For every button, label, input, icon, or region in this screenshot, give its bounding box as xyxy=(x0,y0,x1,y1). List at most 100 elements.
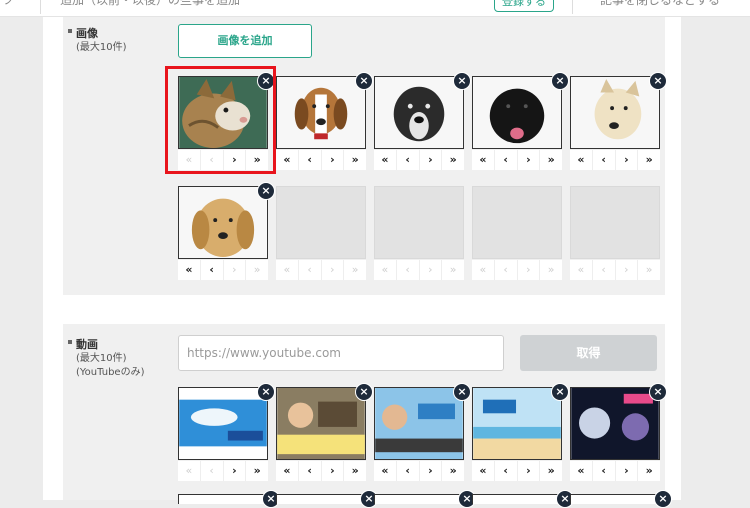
remove-video-icon[interactable]: × xyxy=(649,383,667,401)
remove-image-icon[interactable]: × xyxy=(355,72,373,90)
remove-video-icon[interactable]: × xyxy=(551,383,569,401)
move-prev-icon[interactable]: ‹ xyxy=(495,150,518,170)
remove-video-icon[interactable]: × xyxy=(453,383,471,401)
move-first-icon[interactable]: « xyxy=(374,461,397,481)
move-last-icon[interactable]: » xyxy=(246,461,268,481)
golden-retriever-photo xyxy=(179,187,267,258)
move-prev-icon[interactable]: ‹ xyxy=(495,461,518,481)
header-divider xyxy=(572,0,573,14)
remove-video-icon[interactable]: × xyxy=(355,383,373,401)
remove-image-icon[interactable]: × xyxy=(551,72,569,90)
move-next-icon: › xyxy=(518,260,541,280)
move-first-icon[interactable]: « xyxy=(178,260,201,280)
beach-thumbnail xyxy=(473,388,561,459)
image-order-controls: « ‹ › » xyxy=(374,260,464,280)
video-thumbnail[interactable] xyxy=(374,494,464,504)
move-prev-icon[interactable]: ‹ xyxy=(593,150,616,170)
sky-thumbnail xyxy=(179,388,267,459)
video-order-controls: « ‹ › » xyxy=(178,461,268,481)
edit-page: 画像 (最大10件) 画像を追加 × « ‹ › » × « ‹ › » × «… xyxy=(43,17,681,508)
video-thumbnail[interactable] xyxy=(276,494,366,504)
move-prev-icon[interactable]: ‹ xyxy=(397,461,420,481)
move-prev-icon[interactable]: ‹ xyxy=(593,461,616,481)
remove-image-icon[interactable]: × xyxy=(257,182,275,200)
move-first-icon[interactable]: « xyxy=(472,461,495,481)
move-first-icon[interactable]: « xyxy=(276,461,299,481)
move-last-icon[interactable]: » xyxy=(344,461,366,481)
video-thumbnail[interactable] xyxy=(276,387,366,460)
header-left-text: ツ xyxy=(2,0,15,7)
image-tile-5: × « ‹ › » xyxy=(570,72,667,185)
header-register-button[interactable]: 登録する xyxy=(494,0,554,12)
move-prev-icon: ‹ xyxy=(495,260,518,280)
youtube-url-input[interactable] xyxy=(178,335,504,371)
empty-image-slot: « ‹ › » xyxy=(472,186,562,295)
image-thumbnail[interactable] xyxy=(276,76,366,149)
video-tile-3: × « ‹ › » xyxy=(374,383,471,496)
move-next-icon[interactable]: › xyxy=(322,150,345,170)
top-header: ツ 追加（以前・以後）の些事を追加 登録する 記事を閉じるなどする xyxy=(0,0,750,17)
move-first-icon[interactable]: « xyxy=(570,461,593,481)
video-thumbnail[interactable] xyxy=(472,494,562,504)
video-thumbnail[interactable] xyxy=(570,387,660,460)
image-thumbnail[interactable] xyxy=(178,186,268,259)
move-prev-icon[interactable]: ‹ xyxy=(397,150,420,170)
move-next-icon[interactable]: › xyxy=(322,461,345,481)
images-section: 画像 (最大10件) 画像を追加 × « ‹ › » × « ‹ › » × «… xyxy=(63,17,667,295)
image-thumbnail[interactable] xyxy=(472,76,562,149)
move-next-icon[interactable]: › xyxy=(420,150,443,170)
video-thumbnail[interactable] xyxy=(570,494,660,504)
remove-video-icon[interactable]: × xyxy=(654,490,672,508)
move-last-icon[interactable]: » xyxy=(442,461,464,481)
move-first-icon: « xyxy=(276,260,299,280)
fetch-button[interactable]: 取得 xyxy=(520,335,657,371)
move-last-icon[interactable]: » xyxy=(540,461,562,481)
move-next-icon[interactable]: › xyxy=(616,461,639,481)
video-tile-5: × « ‹ › » xyxy=(570,383,667,496)
move-prev-icon[interactable]: ‹ xyxy=(201,260,224,280)
move-first-icon[interactable]: « xyxy=(472,150,495,170)
beagle-photo xyxy=(277,77,365,148)
move-last-icon[interactable]: » xyxy=(246,150,268,170)
image-tile-3: × « ‹ › » xyxy=(374,72,471,185)
image-thumbnail[interactable] xyxy=(178,76,268,149)
video-thumbnail[interactable] xyxy=(472,387,562,460)
remove-image-icon[interactable]: × xyxy=(257,72,275,90)
empty-thumbnail xyxy=(374,186,464,259)
move-next-icon[interactable]: › xyxy=(420,461,443,481)
move-first-icon: « xyxy=(570,260,593,280)
move-last-icon[interactable]: » xyxy=(344,150,366,170)
video-thumbnail[interactable] xyxy=(178,494,268,504)
video-order-controls: « ‹ › » xyxy=(374,461,464,481)
move-first-icon[interactable]: « xyxy=(276,150,299,170)
empty-thumbnail xyxy=(276,186,366,259)
move-last-icon[interactable]: » xyxy=(638,150,660,170)
move-next-icon[interactable]: › xyxy=(224,461,247,481)
space-thumbnail xyxy=(571,388,659,459)
images-limit: (最大10件) xyxy=(76,42,127,53)
person-thumbnail xyxy=(277,388,365,459)
shiba-dog-photo xyxy=(571,77,659,148)
header-right-link[interactable]: 記事を閉じるなどする xyxy=(600,0,720,8)
move-next-icon[interactable]: › xyxy=(518,150,541,170)
video-thumbnail[interactable] xyxy=(374,387,464,460)
image-thumbnail[interactable] xyxy=(374,76,464,149)
move-first-icon[interactable]: « xyxy=(570,150,593,170)
move-next-icon[interactable]: › xyxy=(518,461,541,481)
move-last-icon[interactable]: » xyxy=(540,150,562,170)
image-thumbnail[interactable] xyxy=(570,76,660,149)
add-image-button[interactable]: 画像を追加 xyxy=(178,24,312,58)
move-prev-icon[interactable]: ‹ xyxy=(299,150,322,170)
move-prev-icon[interactable]: ‹ xyxy=(299,461,322,481)
video-order-controls: « ‹ › » xyxy=(276,461,366,481)
video-thumbnail[interactable] xyxy=(178,387,268,460)
move-next-icon[interactable]: › xyxy=(616,150,639,170)
header-mid-text: 追加（以前・以後）の些事を追加 xyxy=(60,0,241,7)
remove-image-icon[interactable]: × xyxy=(649,72,667,90)
remove-video-icon[interactable]: × xyxy=(257,383,275,401)
move-first-icon[interactable]: « xyxy=(374,150,397,170)
move-last-icon[interactable]: » xyxy=(442,150,464,170)
move-next-icon[interactable]: › xyxy=(224,150,247,170)
move-last-icon[interactable]: » xyxy=(638,461,660,481)
remove-image-icon[interactable]: × xyxy=(453,72,471,90)
